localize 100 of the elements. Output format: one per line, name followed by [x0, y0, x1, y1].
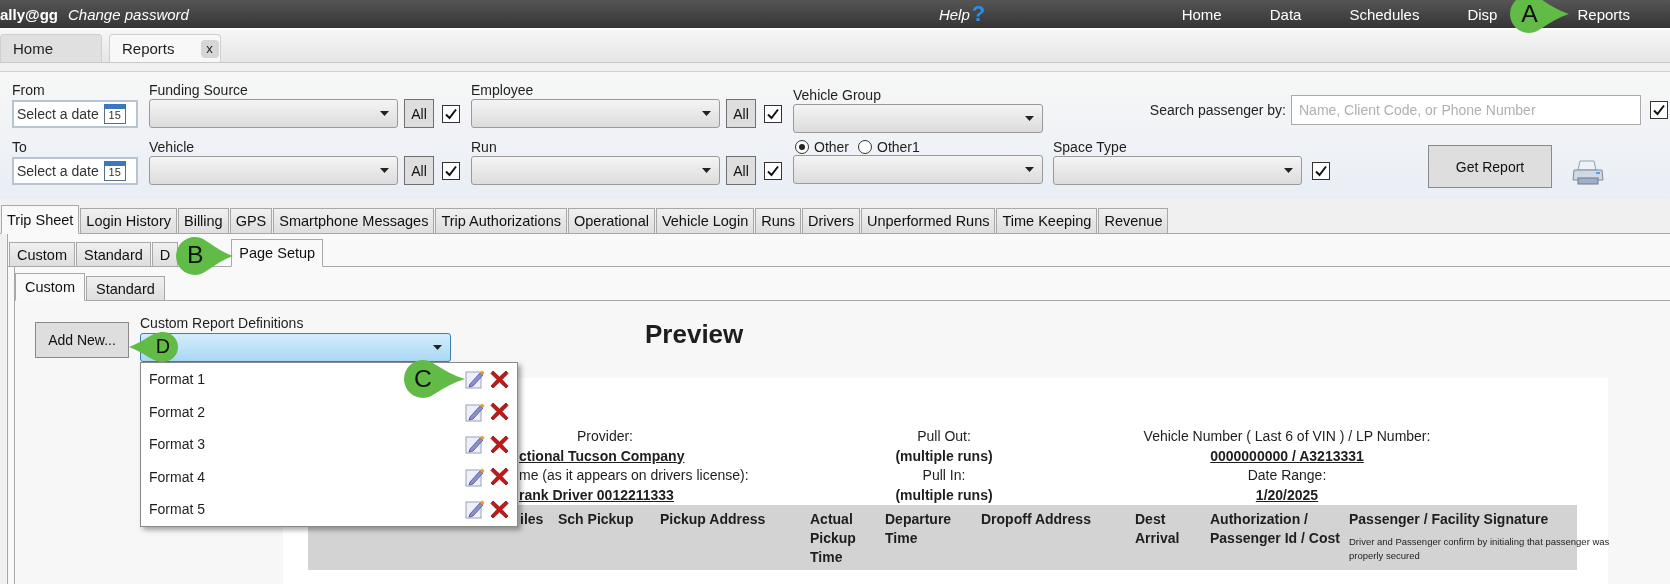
printer-icon[interactable]: [1572, 159, 1604, 185]
radio-button[interactable]: [858, 139, 872, 154]
tab[interactable]: Standard: [85, 276, 165, 301]
tab[interactable]: Trip Authorizations: [435, 208, 567, 234]
info-label: me (as it appears on drivers license):: [519, 466, 749, 485]
checkbox[interactable]: [442, 161, 460, 180]
column-header: Pickup Address: [660, 510, 767, 529]
tab[interactable]: Page Setup: [231, 239, 324, 267]
field-label: Funding Source: [149, 82, 249, 99]
caret-icon: [702, 168, 711, 173]
column-header: Actual Pickup Time: [810, 510, 857, 567]
info-label: Vehicle Number ( Last 6 of VIN ) / LP Number:: [1143, 427, 1431, 446]
change-password-link[interactable]: Change password: [68, 5, 189, 23]
calendar-icon[interactable]: 15: [103, 160, 126, 181]
radio-label[interactable]: Other1: [877, 138, 920, 155]
checkbox[interactable]: [764, 161, 782, 180]
date-field[interactable]: Select a date 15: [12, 156, 138, 185]
all-button[interactable]: All: [726, 99, 756, 128]
checkbox[interactable]: [442, 104, 460, 123]
info-label: Date Range:: [1247, 466, 1327, 485]
edit-icon[interactable]: [465, 369, 485, 390]
field-label: Run: [471, 139, 498, 156]
dropdown[interactable]: [471, 156, 720, 185]
info-value: 1/20/2025: [1255, 485, 1319, 505]
tab[interactable]: D: [151, 242, 179, 267]
tab[interactable]: Runs: [755, 208, 802, 234]
user-name: ally@gg: [0, 5, 58, 23]
delete-icon[interactable]: [490, 369, 509, 389]
edit-icon[interactable]: [465, 466, 485, 487]
delete-icon[interactable]: [490, 499, 509, 519]
document-tab[interactable]: Reports x: [109, 34, 221, 62]
info-value: (multiple runs): [895, 446, 993, 466]
caret-icon: [702, 111, 711, 116]
tab[interactable]: Vehicle Login: [655, 208, 755, 234]
list-option[interactable]: Format 4: [149, 468, 205, 485]
dropdown[interactable]: [1053, 156, 1302, 185]
dropdown[interactable]: [149, 156, 398, 185]
tab[interactable]: Operational: [567, 208, 655, 234]
document-tab[interactable]: Home: [0, 34, 102, 62]
close-button[interactable]: x: [200, 39, 219, 58]
tab[interactable]: Custom: [9, 242, 75, 267]
tab[interactable]: GPS: [229, 208, 273, 234]
radio-button[interactable]: [795, 139, 809, 154]
tab[interactable]: Trip Sheet: [1, 205, 80, 234]
column-header: Passenger / Facility Signature: [1349, 510, 1550, 529]
tab[interactable]: Billing: [178, 208, 229, 234]
get-report-button[interactable]: Get Report: [1428, 145, 1552, 188]
column-header: iles: [520, 510, 545, 529]
field-label: To: [12, 139, 28, 156]
nav-item[interactable]: Reports: [1577, 5, 1630, 23]
all-button[interactable]: All: [726, 156, 756, 185]
dropdown[interactable]: [793, 104, 1043, 133]
caret-icon: [1025, 167, 1034, 172]
list-option[interactable]: Format 2: [149, 403, 205, 420]
caret-icon: [1025, 116, 1034, 121]
nav-item[interactable]: Schedules: [1349, 5, 1420, 23]
nav-item[interactable]: Disp: [1467, 5, 1498, 23]
search-field[interactable]: Name, Client Code, or Phone Number: [1291, 95, 1641, 125]
tab[interactable]: Standard: [75, 242, 151, 267]
field-label: Custom Report Definitions: [140, 315, 305, 331]
column-header: Dest Arrival: [1135, 510, 1181, 548]
tab[interactable]: Revenue: [1098, 208, 1169, 234]
help-link[interactable]: Help: [938, 5, 970, 23]
tab[interactable]: Smartphone Messages: [273, 208, 435, 234]
date-field[interactable]: Select a date 15: [12, 99, 138, 128]
column-note: Driver and Passenger confirm by initialing that passenger was properly secured: [1349, 535, 1611, 563]
list-option[interactable]: Format 1: [149, 371, 205, 388]
checkbox[interactable]: [764, 104, 782, 123]
tab[interactable]: Time Keeping: [996, 208, 1098, 234]
nav-item[interactable]: Data: [1269, 5, 1302, 23]
add-new-button[interactable]: Add New...: [35, 322, 129, 358]
callout-tooltip: C: [403, 359, 465, 400]
nav-item[interactable]: Home: [1181, 5, 1222, 23]
info-value: 0000000000 / A3213331: [1210, 446, 1364, 466]
column-header: Sch Pickup: [558, 510, 635, 529]
calendar-icon[interactable]: 15: [103, 103, 126, 124]
edit-icon[interactable]: [465, 401, 485, 422]
all-button[interactable]: All: [404, 99, 434, 128]
callout-tooltip: A: [1509, 0, 1570, 34]
tab[interactable]: Custom: [15, 273, 85, 301]
preview-title: Preview: [645, 319, 744, 350]
edit-icon[interactable]: [465, 434, 485, 455]
delete-icon[interactable]: [490, 434, 509, 454]
radio-label[interactable]: Other: [814, 138, 849, 155]
all-button[interactable]: All: [404, 156, 434, 185]
dropdown[interactable]: [471, 99, 720, 128]
field-label: From: [12, 82, 46, 99]
tab[interactable]: Drivers: [802, 208, 860, 234]
checkbox[interactable]: [1312, 161, 1330, 180]
dropdown[interactable]: [149, 99, 398, 128]
list-option[interactable]: Format 5: [149, 501, 205, 518]
tab[interactable]: Unperformed Runs: [861, 208, 996, 234]
list-option[interactable]: Format 3: [149, 436, 205, 453]
edit-icon[interactable]: [465, 499, 485, 520]
checkbox[interactable]: [1650, 101, 1668, 119]
delete-icon[interactable]: [490, 467, 509, 487]
delete-icon[interactable]: [490, 402, 509, 422]
info-label: Provider:: [577, 427, 633, 446]
info-value: ctional Tucson Company: [519, 446, 685, 466]
tab[interactable]: Login History: [80, 208, 177, 234]
